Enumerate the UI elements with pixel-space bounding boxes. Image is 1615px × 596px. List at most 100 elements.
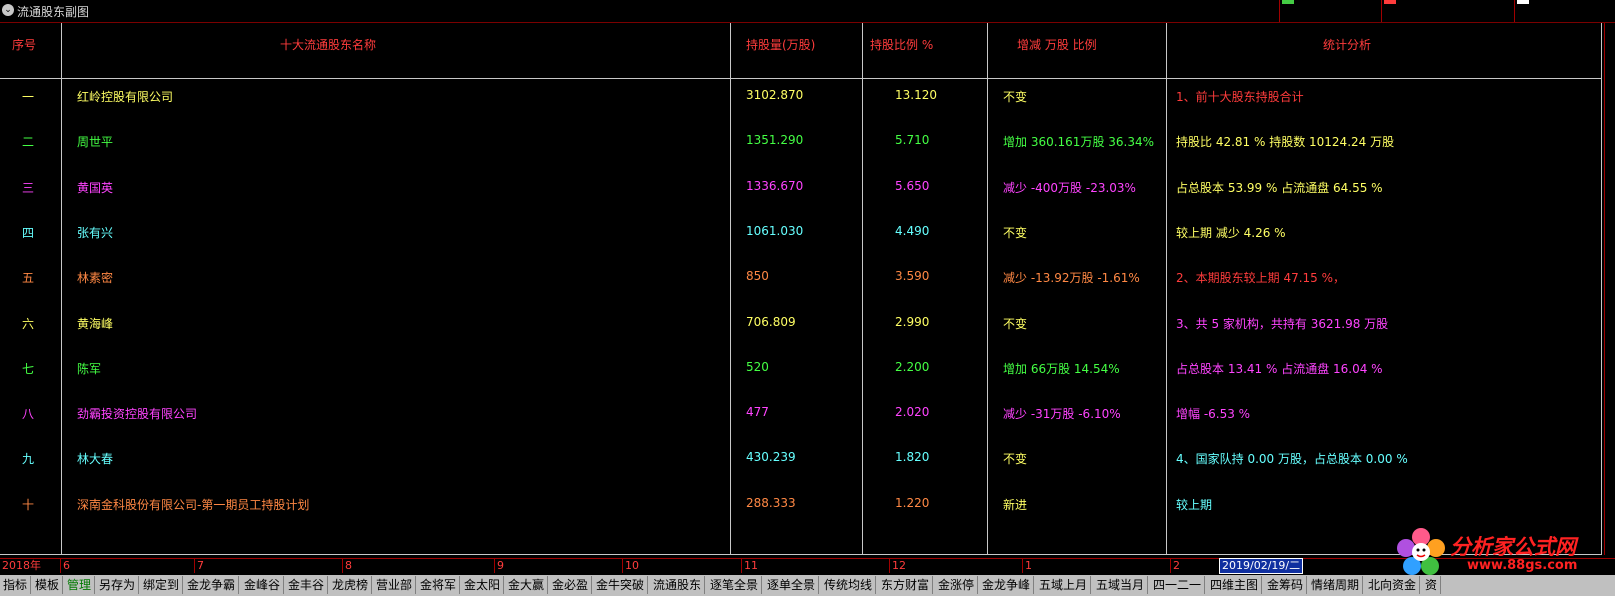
table-row[interactable]: 二 周世平 1351.290 5.710 增加 360.161万股 36.34% 持股比 … bbox=[0, 133, 1602, 157]
tab-item[interactable]: 另存为 bbox=[96, 576, 140, 594]
collapse-icon[interactable]: ⌄ bbox=[2, 4, 14, 16]
holding-change: 减少 -13.92万股 -1.61% bbox=[1003, 271, 1140, 286]
table-bottom-border bbox=[0, 554, 1602, 555]
table-row[interactable]: 五 林素密 850 3.590 减少 -13.92万股 -1.61% 2、本期股东较上期 … bbox=[0, 269, 1602, 293]
holding-percent: 1.820 bbox=[895, 450, 930, 465]
tab-item[interactable]: 金龙争霸 bbox=[184, 576, 240, 594]
shareholder-name: 红岭控股有限公司 bbox=[77, 90, 174, 104]
stat-analysis: 3、共 5 家机构，共持有 3621.98 万股 bbox=[1176, 316, 1389, 331]
timeline-label[interactable]: 11 bbox=[741, 559, 758, 573]
indicator-marker-icon bbox=[1517, 0, 1529, 4]
shareholder-name: 林大春 bbox=[77, 452, 114, 467]
timeline-label[interactable]: 6 bbox=[60, 559, 70, 573]
row-index: 四 bbox=[22, 225, 35, 240]
shareholder-name: 周世平 bbox=[77, 135, 114, 150]
table-row[interactable]: 一 红岭控股有限公司 3102.870 13.120 不变 1、前十大股东持股合计 bbox=[0, 88, 1602, 112]
tab-item[interactable]: 金将军 bbox=[417, 576, 461, 594]
tab-item[interactable]: 金必盈 bbox=[549, 576, 593, 594]
holding-quantity: 1336.670 bbox=[746, 178, 804, 193]
tab-item[interactable]: 五域当月 bbox=[1093, 576, 1149, 594]
holding-percent: 2.200 bbox=[895, 359, 930, 374]
shareholder-name: 黄海峰 bbox=[77, 316, 114, 331]
tab-item[interactable]: 资 bbox=[1422, 576, 1442, 594]
holding-percent: 5.650 bbox=[895, 178, 930, 193]
tab-item[interactable]: 金太阳 bbox=[461, 576, 505, 594]
indicator-tab-bar: 指标 模板 管理 另存为 绑定到 金龙争霸 金峰谷 金丰谷 龙虎榜 营业部 金将军 金太阳 金大赢 金必盈… bbox=[0, 575, 1615, 596]
timeline-label[interactable]: 12 bbox=[889, 559, 906, 573]
shareholder-name: 劲霸投资控股有限公司 bbox=[77, 407, 198, 422]
tab-item[interactable]: 四维主图 bbox=[1207, 576, 1263, 594]
table-row[interactable]: 六 黄海峰 706.809 2.990 不变 3、共 5 家机构，共持有 3621.98 … bbox=[0, 315, 1602, 339]
shareholder-name: 林素密 bbox=[77, 271, 114, 286]
timeline-label[interactable]: 1 bbox=[1022, 559, 1032, 573]
tab-item[interactable]: 逐笔全景 bbox=[707, 576, 763, 594]
timeline-label[interactable]: 2 bbox=[1170, 559, 1180, 573]
row-index: 二 bbox=[22, 135, 35, 150]
stat-analysis: 较上期 bbox=[1176, 497, 1213, 512]
holding-percent: 2.990 bbox=[895, 314, 930, 329]
table-row[interactable]: 七 陈军 520 2.200 增加 66万股 14.54% 占总股本 13.41 % 占流… bbox=[0, 360, 1602, 384]
table-row[interactable]: 九 林大春 430.239 1.820 不变 4、国家队持 0.00 万股，占总股本 0.… bbox=[0, 450, 1602, 474]
table-row[interactable]: 十 深南金科股份有限公司-第一期员工持股计划 288.333 1.220 新进 较上期 bbox=[0, 496, 1602, 520]
tab-item[interactable]: 营业部 bbox=[373, 576, 417, 594]
tab-item[interactable]: 五域上月 bbox=[1036, 576, 1092, 594]
holding-quantity: 288.333 bbox=[746, 495, 796, 510]
vertical-scrollbar[interactable] bbox=[1604, 23, 1615, 555]
tab-item[interactable]: 管理 bbox=[64, 576, 96, 594]
holding-quantity: 1061.030 bbox=[746, 223, 804, 238]
header-index: 序号 bbox=[12, 38, 37, 52]
timeline-label[interactable]: 10 bbox=[622, 559, 639, 573]
holding-quantity: 477 bbox=[746, 405, 769, 420]
tab-item[interactable]: 流通股东 bbox=[650, 576, 706, 594]
timeline-label[interactable]: 2018年 bbox=[0, 559, 41, 573]
window-title: 流通股东副图 bbox=[17, 5, 90, 19]
tab-item[interactable]: 指标 bbox=[0, 576, 32, 594]
header-pct: 持股比例 % bbox=[870, 38, 934, 52]
stat-analysis: 2、本期股东较上期 47.15 %， bbox=[1176, 271, 1346, 286]
tab-item[interactable]: 逐单全景 bbox=[764, 576, 820, 594]
timeline-label[interactable]: 9 bbox=[494, 559, 504, 573]
indicator-marker-icon bbox=[1384, 0, 1396, 4]
tab-item[interactable]: 金大赢 bbox=[505, 576, 549, 594]
tab-item[interactable]: 金峰谷 bbox=[241, 576, 285, 594]
window-titlebar: ⌄ 流通股东副图 bbox=[0, 0, 1615, 23]
tab-item[interactable]: 情绪周期 bbox=[1308, 576, 1364, 594]
holding-percent: 3.590 bbox=[895, 269, 930, 284]
header-stats: 统计分析 bbox=[1323, 38, 1372, 52]
holding-quantity: 520 bbox=[746, 359, 769, 374]
row-index: 五 bbox=[22, 271, 35, 286]
holding-change: 不变 bbox=[1003, 90, 1028, 104]
holding-change: 不变 bbox=[1003, 316, 1028, 331]
holding-percent: 1.220 bbox=[895, 495, 930, 510]
stat-analysis: 占总股本 53.99 % 占流通盘 64.55 % bbox=[1176, 180, 1383, 195]
tab-item[interactable]: 金涨停 bbox=[935, 576, 979, 594]
tab-item[interactable]: 金牛突破 bbox=[593, 576, 649, 594]
tab-item[interactable]: 绑定到 bbox=[140, 576, 184, 594]
holding-percent: 2.020 bbox=[895, 405, 930, 420]
timeline-current-date[interactable]: 2019/02/19/二 bbox=[1219, 558, 1304, 574]
timeline-label[interactable]: 8 bbox=[342, 559, 352, 573]
holding-quantity: 850 bbox=[746, 269, 769, 284]
tab-item[interactable]: 北向资金 bbox=[1365, 576, 1421, 594]
stat-analysis: 占总股本 13.41 % 占流通盘 16.04 % bbox=[1176, 361, 1383, 376]
shareholder-name: 张有兴 bbox=[77, 225, 114, 240]
table-row[interactable]: 八 劲霸投资控股有限公司 477 2.020 减少 -31万股 -6.10% 增幅 -6.… bbox=[0, 405, 1602, 429]
table-row[interactable]: 四 张有兴 1061.030 4.490 不变 较上期 减少 4.26 % bbox=[0, 224, 1602, 248]
holding-change: 增加 66万股 14.54% bbox=[1003, 361, 1120, 376]
stat-analysis: 持股比 42.81 % 持股数 10124.24 万股 bbox=[1176, 135, 1395, 150]
tab-item[interactable]: 金筹码 bbox=[1264, 576, 1308, 594]
stat-analysis: 较上期 减少 4.26 % bbox=[1176, 225, 1286, 240]
holding-change: 减少 -31万股 -6.10% bbox=[1003, 407, 1121, 422]
shareholder-name: 陈军 bbox=[77, 361, 102, 376]
timeline-label[interactable]: 7 bbox=[194, 559, 204, 573]
tab-item[interactable]: 模板 bbox=[32, 576, 64, 594]
holding-quantity: 1351.290 bbox=[746, 133, 804, 148]
tab-item[interactable]: 东方财富 bbox=[878, 576, 934, 594]
tab-item[interactable]: 传统均线 bbox=[821, 576, 877, 594]
tab-item[interactable]: 金丰谷 bbox=[285, 576, 329, 594]
table-row[interactable]: 三 黄国英 1336.670 5.650 减少 -400万股 -23.03% 占总股本 5… bbox=[0, 179, 1602, 203]
tab-item[interactable]: 四一二一 bbox=[1150, 576, 1206, 594]
timeline-bar[interactable]: 2019/02/19/二 2018年 6 7 8 9 10 11 12 1 2 bbox=[0, 558, 1615, 574]
tab-item[interactable]: 龙虎榜 bbox=[329, 576, 373, 594]
tab-item[interactable]: 金龙争峰 bbox=[979, 576, 1035, 594]
